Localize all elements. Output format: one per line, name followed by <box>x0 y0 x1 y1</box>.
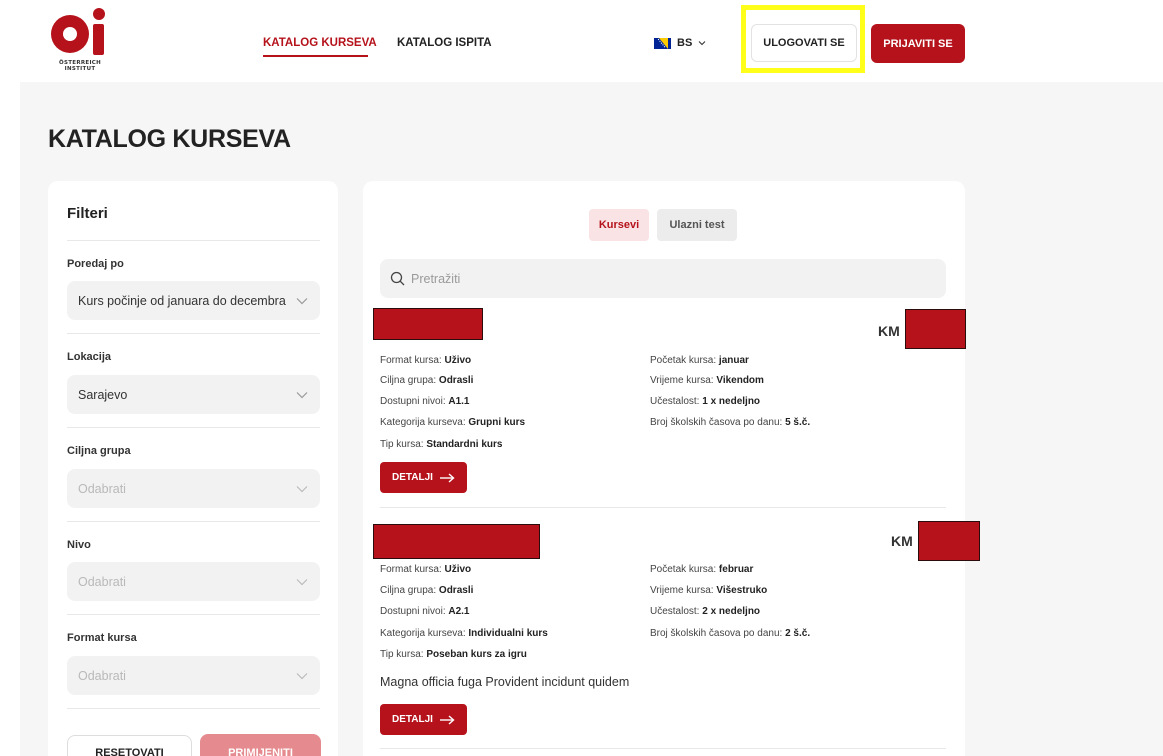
divider <box>67 708 320 709</box>
apply-button[interactable]: PRIMIJENITI <box>200 734 321 756</box>
chevron-down-icon <box>296 391 308 398</box>
filter-label-target-group: Ciljna grupa <box>67 445 131 457</box>
logo-text-line2: INSTITUT <box>64 66 96 72</box>
filters-panel: Filteri Poredaj po Kurs počinje od janua… <box>48 181 338 756</box>
course-detail: Format kursa: Uživo <box>380 355 472 366</box>
course-detail: Učestalost: 2 x nedeljno <box>650 606 761 617</box>
course-detail: Vrijeme kursa: Višestruko <box>650 585 768 596</box>
course-detail: Tip kursa: Poseban kurs za igru <box>380 649 527 660</box>
course-description: Magna officia fuga Provident incidunt qu… <box>380 675 630 689</box>
filter-label-level: Nivo <box>67 539 91 551</box>
course-detail: Ciljna grupa: Odrasli <box>380 585 474 596</box>
course-detail: Dostupni nivoi: A1.1 <box>380 396 470 407</box>
search-bar <box>380 259 946 298</box>
format-select[interactable]: Odabrati <box>67 656 320 695</box>
details-label: DETALJI <box>392 472 433 483</box>
chevron-down-icon <box>296 578 308 585</box>
bosnia-flag-icon <box>654 37 671 49</box>
results-panel: Kursevi Ulazni test KM Format kursa: Uži… <box>363 181 980 756</box>
nav-katalog-kurseva[interactable]: KATALOG KURSEVA <box>263 37 377 49</box>
course-detail: Kategorija kurseva: Individualni kurs <box>380 628 548 639</box>
divider <box>67 427 320 428</box>
target-group-select-value: Odabrati <box>78 481 126 496</box>
logo-mark-icon <box>51 8 105 55</box>
location-select[interactable]: Sarajevo <box>67 375 320 414</box>
course-detail: Tip kursa: Standardni kurs <box>380 439 503 450</box>
filter-label-location: Lokacija <box>67 351 112 363</box>
details-button[interactable]: DETALJI <box>380 462 467 493</box>
logo-text: ÖSTERREICH INSTITUT <box>48 60 112 72</box>
nav-katalog-ispita[interactable]: KATALOG ISPITA <box>397 37 492 49</box>
course-detail: Početak kursa: februar <box>650 564 754 575</box>
price-redacted <box>905 309 966 349</box>
details-button[interactable]: DETALJI <box>380 704 467 735</box>
chevron-down-icon <box>296 485 308 492</box>
course-title-redacted <box>373 524 540 559</box>
target-group-select[interactable]: Odabrati <box>67 469 320 508</box>
register-button[interactable]: PRIJAVITI SE <box>871 24 965 63</box>
chevron-down-icon <box>296 297 308 304</box>
course-detail: Broj školskih časova po danu: 2 š.č. <box>650 628 811 639</box>
arrow-right-icon <box>439 714 455 725</box>
details-label: DETALJI <box>392 714 433 725</box>
top-header: ÖSTERREICH INSTITUT KATALOG KURSEVA KATA… <box>0 0 1163 82</box>
level-select-value: Odabrati <box>78 574 126 589</box>
nav-active-underline <box>263 55 368 57</box>
price-currency: KM <box>878 323 900 339</box>
course-detail: Početak kursa: januar <box>650 355 749 366</box>
divider <box>67 240 320 241</box>
language-label: BS <box>677 37 693 49</box>
course-detail: Format kursa: Uživo <box>380 564 472 575</box>
divider <box>67 333 320 334</box>
course-detail: Učestalost: 1 x nedeljno <box>650 396 761 407</box>
chevron-down-icon <box>296 672 308 679</box>
search-input[interactable] <box>411 271 911 286</box>
filter-label-sort: Poredaj po <box>67 258 124 270</box>
filters-title: Filteri <box>67 205 108 222</box>
chevron-down-icon <box>698 41 706 46</box>
tab-ulazni-test[interactable]: Ulazni test <box>657 209 737 241</box>
sort-select[interactable]: Kurs počinje od januara do decembra <box>67 281 320 320</box>
course-detail: Broj školskih časova po danu: 5 š.č. <box>650 417 811 428</box>
price-currency: KM <box>891 533 913 549</box>
divider <box>67 521 320 522</box>
arrow-right-icon <box>439 472 455 483</box>
oi-logo[interactable]: ÖSTERREICH INSTITUT <box>48 8 112 74</box>
tab-kursevi[interactable]: Kursevi <box>589 209 649 241</box>
price-redacted <box>918 521 980 561</box>
course-detail: Dostupni nivoi: A2.1 <box>380 606 470 617</box>
page-title: KATALOG KURSEVA <box>48 125 291 153</box>
course-title-redacted <box>373 308 483 340</box>
search-icon <box>390 271 405 286</box>
filter-label-format: Format kursa <box>67 632 137 644</box>
divider <box>380 748 946 749</box>
level-select[interactable]: Odabrati <box>67 562 320 601</box>
course-detail: Ciljna grupa: Odrasli <box>380 375 474 386</box>
login-highlight-box <box>741 5 865 73</box>
location-select-value: Sarajevo <box>78 387 128 402</box>
reset-button[interactable]: RESETOVATI <box>67 735 192 756</box>
language-selector[interactable]: BS <box>654 35 706 51</box>
course-detail: Kategorija kurseva: Grupni kurs <box>380 417 526 428</box>
sort-select-value: Kurs počinje od januara do decembra <box>78 293 286 308</box>
divider <box>67 614 320 615</box>
course-detail: Vrijeme kursa: Vikendom <box>650 375 764 386</box>
format-select-value: Odabrati <box>78 668 126 683</box>
divider <box>380 507 946 508</box>
